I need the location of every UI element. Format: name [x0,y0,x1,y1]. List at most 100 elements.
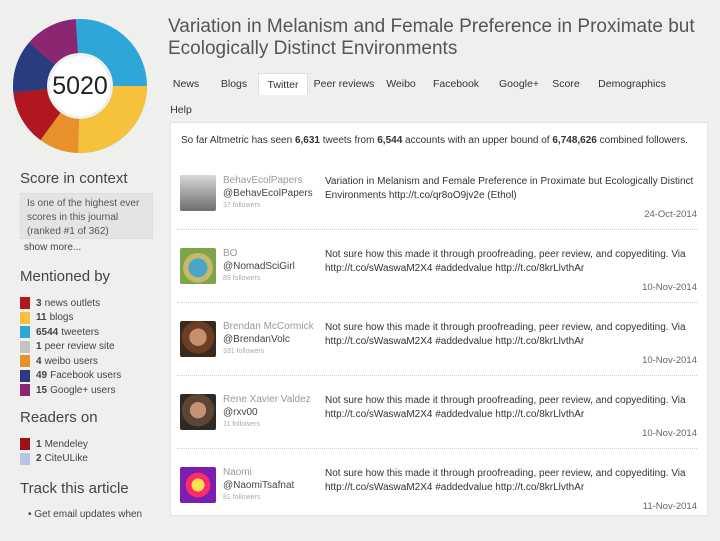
tweeter-handle[interactable]: @NaomiTsafnat [223,480,294,491]
mentions-swatch [20,326,30,338]
follower-count: 11 followers [223,421,260,428]
summary-tweet-count: 6,631 [294,135,320,146]
tweet-date[interactable]: 10-Nov-2014 [642,355,697,366]
tab-demographics[interactable]: Demographics [596,73,668,95]
mentions-count: 6544 [36,326,59,338]
twitter-panel: So far Altmetric has seen 6,631 tweets f… [170,122,708,516]
mentions-item[interactable]: 3 news outlets [20,296,121,310]
mentions-count: 4 [36,355,42,367]
tweeter-name[interactable]: Naomi [223,467,252,478]
mentions-swatch [20,340,30,353]
score-context-text: Is one of the highest ever scores in thi… [20,193,153,239]
readers-list: 1 Mendeley 2 CiteULike [20,437,88,466]
tweet-divider [177,448,697,449]
altmetric-donut[interactable]: 5020 [12,18,148,154]
tweeter-handle[interactable]: @BrendanVolc [223,334,290,345]
tweet-date[interactable]: 10-Nov-2014 [642,428,697,439]
tweeter-name[interactable]: Rene Xavier Valdez [223,394,311,405]
tab-help[interactable]: Help [168,99,194,121]
tweeter-handle[interactable]: @BehavEcolPapers [223,188,313,199]
readers-swatch [20,438,30,450]
tweet-date[interactable]: 24-Oct-2014 [644,209,697,220]
tweet-divider [177,302,697,303]
mentions-count: 1 [36,341,42,352]
tweeter-handle[interactable]: @rxv00 [223,407,258,418]
tweet-item: Naomi @NaomiTsafnat 81 followers Not sure h… [171,467,707,541]
readers-label: Mendeley [44,438,88,450]
tweeter-handle[interactable]: @NomadSciGirl [223,261,295,272]
tweet-divider [177,375,697,376]
tweet-text: Not sure how this made it through proofr… [325,395,686,420]
score-value: 5020 [50,56,110,116]
mentions-count: 15 [36,384,48,396]
tweet-date[interactable]: 11-Nov-2014 [643,501,697,512]
mentions-swatch [20,384,30,396]
tweeter-name[interactable]: BehavEcolPapers [223,175,303,186]
mentions-item[interactable]: 1 peer review site [20,340,121,354]
mentioned-by-heading: Mentioned by [20,268,111,285]
tweet-text: Not sure how this made it through proofr… [325,322,686,347]
tweet-divider [177,229,697,230]
tab-score[interactable]: Score [551,73,581,95]
tweet-item: Rene Xavier Valdez @rxv00 11 followers Not … [171,394,707,468]
mentions-swatch [20,297,30,309]
tweet-date[interactable]: 10-Nov-2014 [642,282,697,293]
mentions-count: 49 [36,370,48,381]
avatar[interactable] [180,175,216,211]
mentions-item[interactable]: 11 blogs [20,311,121,325]
email-updates-link[interactable]: • Get email updates when [28,509,142,520]
mentions-label: peer review site [44,341,115,352]
mentions-label: news outlets [44,297,101,309]
readers-on-heading: Readers on [20,409,98,426]
summary-prefix: So far Altmetric has seen [181,135,295,146]
mentions-swatch [20,369,30,382]
avatar[interactable] [180,467,216,503]
mentions-count: 3 [36,297,42,309]
tab-news[interactable]: News [168,73,204,95]
show-more-link[interactable]: show more... [24,242,81,253]
summary-account-count: 6,544 [377,135,403,146]
tweet-summary: So far Altmetric has seen 6,631 tweets f… [181,135,688,146]
article-title[interactable]: Variation in Melanism and Female Prefere… [168,16,708,60]
mentions-label: weibo users [44,355,98,367]
follower-count: 37 followers [223,202,261,209]
summary-mid1: tweets from [319,135,378,146]
mentions-list: 3 news outlets 11 blogs 6544 tweeters 1 peer re… [20,296,121,398]
tweet-item: Brendan McCormick @BrendanVolc 331 followe… [171,321,707,395]
readers-item[interactable]: 2 CiteULike [20,452,88,466]
mentions-item[interactable]: 49 Facebook users [20,369,121,383]
summary-mid2: accounts with an upper bound of [402,135,553,146]
sidebar: 5020 Score in context Is one of the high… [0,0,162,520]
tweeter-name[interactable]: Brendan McCormick [223,321,314,332]
tweet-item: BehavEcolPapers @BehavEcolPapers 37 follow… [171,175,707,249]
mentions-swatch [20,311,30,324]
tweet-text: Not sure how this made it through proofr… [325,249,686,274]
summary-follower-count: 6,748,626 [552,135,597,146]
mentions-item[interactable]: 15 Google+ users [20,383,121,397]
avatar[interactable] [180,248,216,284]
mentions-item[interactable]: 4 weibo users [20,354,121,368]
avatar[interactable] [180,321,216,357]
readers-item[interactable]: 1 Mendeley [20,437,88,451]
readers-count: 2 [36,453,42,464]
tab-weibo[interactable]: Weibo [386,73,416,95]
tab-facebook[interactable]: Facebook [432,73,480,95]
tweet-text: Variation in Melanism and Female Prefere… [325,176,694,201]
mentions-label: blogs [49,312,74,323]
summary-suffix: combined followers. [596,135,689,146]
follower-count: 331 followers [223,348,265,355]
mentions-swatch [20,355,30,367]
tab-peer-reviews[interactable]: Peer reviews [308,73,380,95]
track-article-heading: Track this article [20,480,129,497]
tweeter-name[interactable]: BO [223,248,237,259]
tab-google-[interactable]: Google+ [496,73,542,95]
readers-swatch [20,452,30,465]
mentions-label: Facebook users [50,370,122,381]
tab-twitter[interactable]: Twitter [258,73,308,95]
tab-bar: News Blogs Twitter Peer reviews Weibo Faceboo… [168,73,708,123]
mentions-item[interactable]: 6544 tweeters [20,325,121,339]
mentions-count: 11 [36,312,47,323]
avatar[interactable] [180,394,216,430]
readers-count: 1 [36,438,42,450]
tab-blogs[interactable]: Blogs [212,73,256,95]
